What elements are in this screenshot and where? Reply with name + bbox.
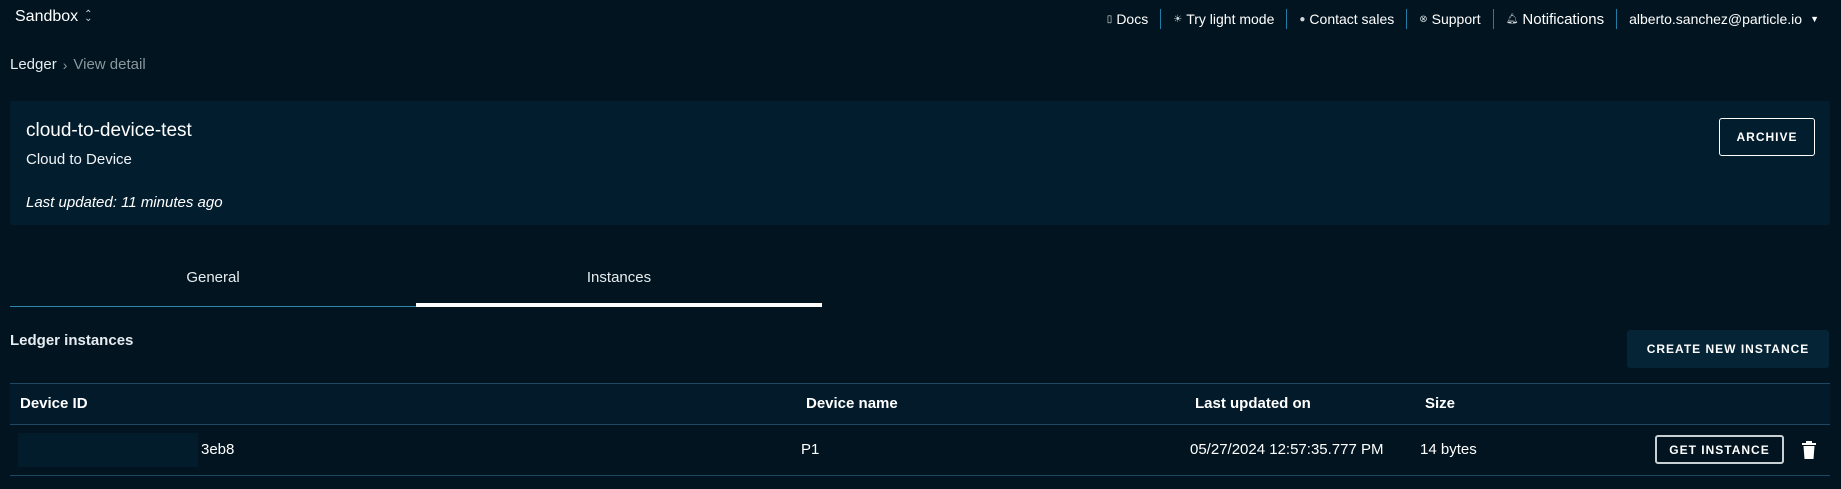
tab-instances[interactable]: Instances xyxy=(416,259,822,307)
breadcrumb-current: View detail xyxy=(73,56,146,73)
top-bar: Sandbox ⌃ ⌄ ▯ Docs ☀ Try light mode ● Con… xyxy=(0,0,1841,38)
ledger-type: Cloud to Device xyxy=(26,151,132,168)
table-header: Device ID Device name Last updated on Si… xyxy=(10,384,1830,425)
device-name-cell[interactable]: P1 xyxy=(801,441,819,458)
tab-general-label: General xyxy=(186,269,240,286)
support-label: Support xyxy=(1431,11,1481,27)
device-id-cell[interactable]: 3eb8 xyxy=(201,441,234,458)
tab-bar: General Instances xyxy=(10,259,822,307)
top-nav: ▯ Docs ☀ Try light mode ● Contact sales … xyxy=(1095,9,1831,29)
last-updated-text: Last updated: 11 minutes ago xyxy=(26,194,223,211)
breadcrumb-ledger[interactable]: Ledger xyxy=(10,56,57,73)
support-link[interactable]: ⊗ Support xyxy=(1407,11,1492,27)
redacted-device-id xyxy=(18,433,198,467)
docs-label: Docs xyxy=(1116,11,1149,27)
tab-instances-label: Instances xyxy=(586,269,652,286)
org-switcher[interactable]: Sandbox ⌃ ⌄ xyxy=(15,8,93,26)
chat-icon: ● xyxy=(1299,13,1306,25)
notifications-button[interactable]: 🔔︎ Notifications xyxy=(1494,11,1616,28)
ledger-name: cloud-to-device-test xyxy=(26,120,192,141)
sun-icon: ☀ xyxy=(1173,13,1183,25)
user-email: alberto.sanchez@particle.io xyxy=(1629,11,1803,27)
table-row[interactable]: 3eb8 P1 05/27/2024 12:57:35.777 PM 14 by… xyxy=(10,425,1830,476)
chevron-right-icon: › xyxy=(62,56,68,73)
contact-sales-label: Contact sales xyxy=(1309,11,1395,27)
instances-table: Device ID Device name Last updated on Si… xyxy=(10,383,1830,476)
breadcrumb: Ledger › View detail xyxy=(10,56,146,73)
create-new-instance-button[interactable]: CREATE NEW INSTANCE xyxy=(1627,330,1829,368)
tab-general[interactable]: General xyxy=(10,259,416,307)
trash-icon[interactable] xyxy=(1801,440,1817,460)
archive-button[interactable]: ARCHIVE xyxy=(1719,118,1815,156)
column-last-updated[interactable]: Last updated on xyxy=(1195,395,1311,412)
notifications-label: Notifications xyxy=(1522,10,1605,28)
column-size[interactable]: Size xyxy=(1425,395,1455,412)
last-updated-cell: 05/27/2024 12:57:35.777 PM xyxy=(1190,441,1384,458)
docs-link[interactable]: ▯ Docs xyxy=(1095,11,1160,27)
tab-underline-active xyxy=(416,303,822,307)
column-device-id[interactable]: Device ID xyxy=(20,395,88,412)
chevron-updown-icon: ⌃ ⌄ xyxy=(84,9,93,24)
section-title: Ledger instances xyxy=(10,332,134,349)
tab-underline xyxy=(10,306,416,307)
light-mode-toggle[interactable]: ☀ Try light mode xyxy=(1161,11,1286,27)
document-icon: ▯ xyxy=(1106,13,1113,25)
size-cell: 14 bytes xyxy=(1420,441,1477,458)
get-instance-button[interactable]: GET INSTANCE xyxy=(1655,435,1784,464)
column-device-name[interactable]: Device name xyxy=(806,395,898,412)
light-mode-label: Try light mode xyxy=(1186,11,1275,27)
caret-down-icon: ▼ xyxy=(1810,14,1819,24)
org-name: Sandbox xyxy=(15,8,79,25)
contact-sales-link[interactable]: ● Contact sales xyxy=(1287,11,1406,27)
bell-icon: 🔔︎ xyxy=(1505,13,1519,25)
user-menu[interactable]: alberto.sanchez@particle.io ▼ xyxy=(1617,11,1831,27)
ledger-summary-card: cloud-to-device-test Cloud to Device Las… xyxy=(10,101,1830,225)
lifebuoy-icon: ⊗ xyxy=(1419,13,1428,25)
